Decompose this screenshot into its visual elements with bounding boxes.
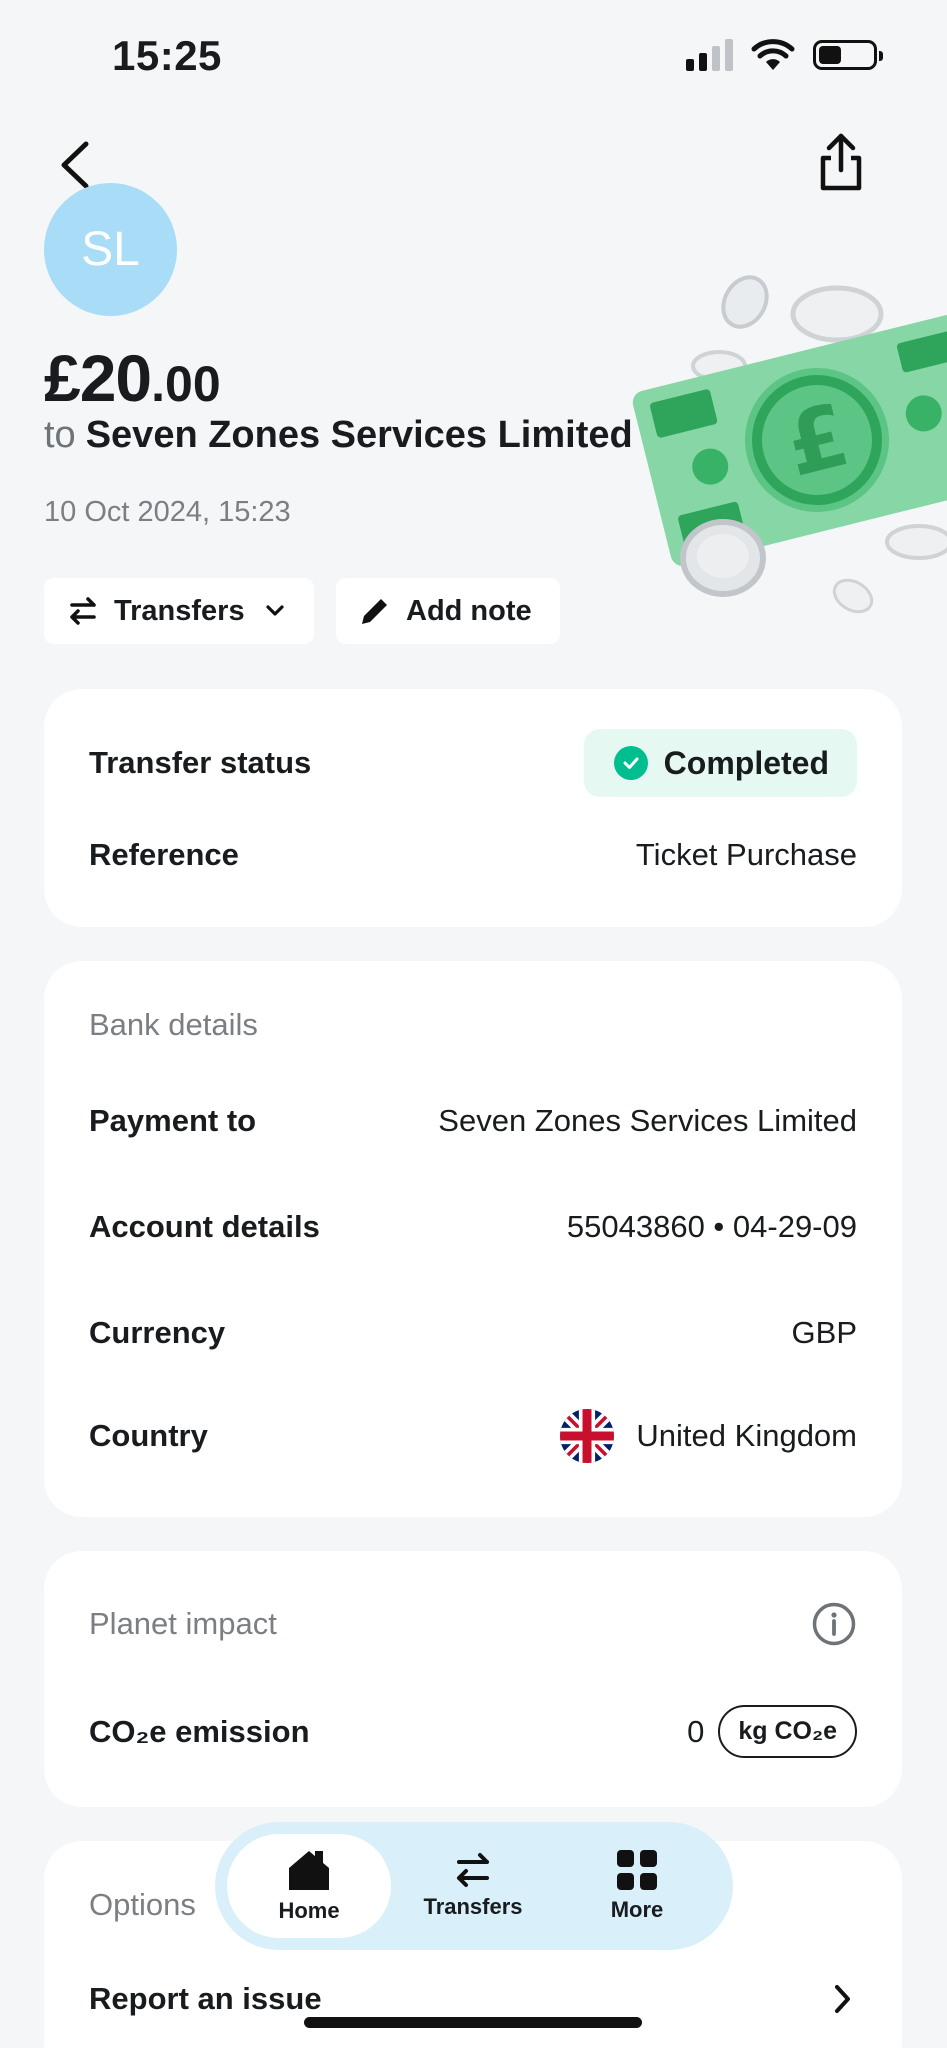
signal-icon	[686, 39, 733, 71]
tab-home[interactable]: Home	[227, 1834, 391, 1938]
check-circle-icon	[613, 746, 648, 780]
reference-label: Reference	[89, 837, 239, 872]
chevron-right-icon	[835, 1985, 850, 2013]
status-badge: Completed	[583, 729, 857, 797]
pencil-icon	[362, 599, 387, 624]
bottom-tab-bar: Home Transfers More	[215, 1822, 733, 1950]
tab-transfers[interactable]: Transfers	[391, 1834, 555, 1938]
home-icon	[289, 1851, 329, 1890]
emission-unit-badge: kg CO₂e	[718, 1705, 857, 1758]
reference-value: Ticket Purchase	[635, 837, 857, 872]
share-button[interactable]	[811, 128, 871, 198]
tab-more-label: More	[610, 1897, 664, 1922]
bank-details-card: Bank details Payment to Seven Zones Serv…	[44, 961, 902, 1517]
avatar: SL	[44, 183, 177, 316]
transaction-amount: £20.00	[44, 340, 221, 416]
battery-icon	[813, 40, 883, 70]
share-icon	[820, 133, 862, 191]
transaction-datetime: 10 Oct 2024, 15:23	[44, 496, 291, 528]
transfer-status-card: Transfer status Completed Reference Tick…	[44, 689, 902, 927]
planet-impact-title: Planet impact	[89, 1606, 277, 1641]
bank-details-title: Bank details	[89, 1007, 258, 1042]
emission-label: CO₂e emission	[89, 1713, 310, 1749]
tab-transfers-label: Transfers	[423, 1894, 523, 1919]
currency-value: GBP	[791, 1315, 857, 1350]
uk-flag-icon	[560, 1409, 615, 1463]
status-icons	[686, 38, 883, 72]
banknote-illustration: £	[627, 270, 947, 630]
account-details-value[interactable]: 55043860 • 04-29-09	[567, 1209, 857, 1245]
planet-impact-card: Planet impact CO₂e emission 0 kg CO₂e	[44, 1551, 902, 1807]
country-value: United Kingdom	[636, 1418, 857, 1453]
wifi-icon	[751, 39, 795, 70]
amount-main: £20	[44, 341, 152, 415]
amount-decimal: .00	[151, 356, 221, 412]
options-title: Options	[89, 1887, 196, 1922]
add-note-chip[interactable]: Add note	[336, 578, 560, 644]
account-details-label: Account details	[89, 1209, 320, 1244]
payment-to-value[interactable]: Seven Zones Services Limited	[438, 1103, 857, 1139]
emission-value: 0	[687, 1713, 705, 1749]
home-indicator	[304, 2017, 642, 2028]
emission-value-group: 0 kg CO₂e	[687, 1705, 857, 1758]
transfer-arrows-icon	[457, 1853, 489, 1887]
grid-icon	[617, 1850, 657, 1890]
report-issue-label: Report an issue	[89, 1981, 322, 2016]
chevron-down-icon	[265, 605, 284, 616]
currency-label: Currency	[89, 1315, 226, 1350]
tab-home-label: Home	[278, 1898, 340, 1923]
payment-to-label: Payment to	[89, 1103, 257, 1138]
recipient-name[interactable]: Seven Zones Services Limited	[86, 414, 633, 456]
country-label: Country	[89, 1418, 208, 1453]
transfer-arrows-icon	[70, 597, 96, 625]
category-chip[interactable]: Transfers	[44, 578, 314, 644]
info-icon[interactable]	[811, 1601, 857, 1647]
tab-more[interactable]: More	[555, 1834, 719, 1938]
status-value: Completed	[663, 744, 829, 781]
category-chip-label: Transfers	[114, 594, 245, 627]
recipient-line: to Seven Zones Services Limited	[44, 414, 633, 457]
to-label: to	[44, 414, 76, 456]
country-value-group: United Kingdom	[560, 1409, 857, 1463]
status-time: 15:25	[112, 32, 222, 79]
add-note-label: Add note	[406, 594, 532, 627]
transfer-status-label: Transfer status	[89, 745, 312, 780]
report-issue-row[interactable]: Report an issue	[89, 1981, 857, 2017]
